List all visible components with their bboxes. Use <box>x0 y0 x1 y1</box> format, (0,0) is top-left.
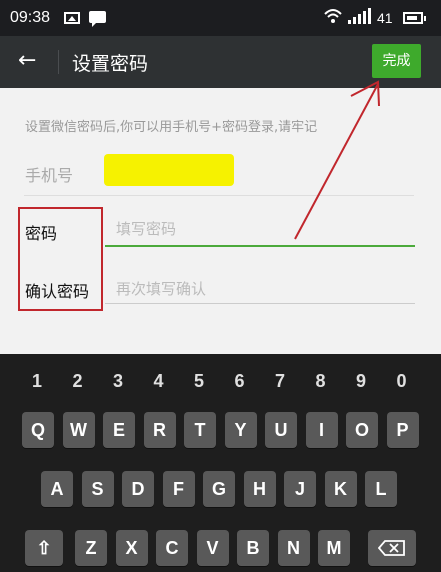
key-4[interactable]: 4 <box>154 371 164 392</box>
backspace-icon <box>377 540 405 556</box>
key-v[interactable]: V <box>196 530 229 566</box>
key-u[interactable]: U <box>265 412 297 448</box>
key-a[interactable]: A <box>41 471 73 507</box>
key-3[interactable]: 3 <box>113 371 123 392</box>
shift-key[interactable]: ⇧ <box>25 530 63 566</box>
key-8[interactable]: 8 <box>316 371 326 392</box>
key-r[interactable]: R <box>143 412 176 448</box>
key-q[interactable]: Q <box>22 412 54 448</box>
key-d[interactable]: D <box>122 471 154 507</box>
key-l[interactable]: L <box>365 471 397 507</box>
annotation-arrow <box>294 80 380 240</box>
key-6[interactable]: 6 <box>235 371 245 392</box>
key-1[interactable]: 1 <box>32 371 42 392</box>
key-y[interactable]: Y <box>224 412 257 448</box>
key-e[interactable]: E <box>103 412 135 448</box>
key-m[interactable]: M <box>318 530 350 566</box>
key-t[interactable]: T <box>184 412 216 448</box>
key-5[interactable]: 5 <box>194 371 204 392</box>
key-w[interactable]: W <box>62 412 95 448</box>
key-9[interactable]: 9 <box>356 371 366 392</box>
key-o[interactable]: O <box>346 412 378 448</box>
key-s[interactable]: S <box>81 471 114 507</box>
key-x[interactable]: X <box>115 530 148 566</box>
key-f[interactable]: F <box>162 471 195 507</box>
key-c[interactable]: C <box>156 530 188 566</box>
key-k[interactable]: K <box>324 471 357 507</box>
key-n[interactable]: N <box>277 530 310 566</box>
key-0[interactable]: 0 <box>397 371 407 392</box>
key-z[interactable]: Z <box>75 530 107 566</box>
key-h[interactable]: H <box>243 471 276 507</box>
key-g[interactable]: G <box>203 471 235 507</box>
key-7[interactable]: 7 <box>275 371 285 392</box>
key-j[interactable]: J <box>284 471 316 507</box>
keyboard: 1234567890 QWERTYUIOP ASDFGHJKL ZXCVBNM … <box>0 354 441 572</box>
key-2[interactable]: 2 <box>73 371 83 392</box>
key-p[interactable]: P <box>386 412 419 448</box>
backspace-key[interactable] <box>368 530 416 566</box>
key-i[interactable]: I <box>305 412 338 448</box>
key-b[interactable]: B <box>237 530 269 566</box>
